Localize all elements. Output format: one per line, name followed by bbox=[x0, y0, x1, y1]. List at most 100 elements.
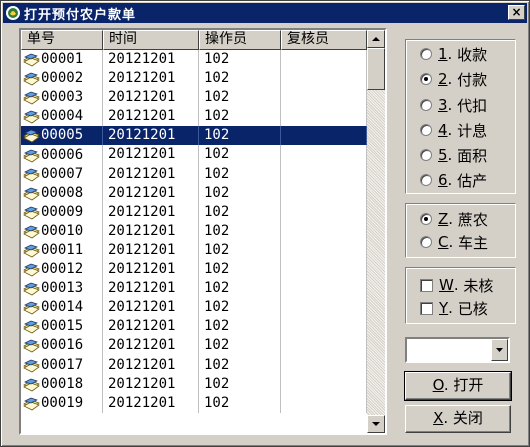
cell-time: 20121201 bbox=[103, 69, 199, 89]
type-option-1[interactable]: 1. 收款 bbox=[420, 44, 487, 64]
cell-text: 102 bbox=[204, 356, 230, 373]
review-option-unreviewed[interactable]: W. 未核 bbox=[420, 275, 493, 295]
window-close-button[interactable]: × bbox=[508, 5, 525, 20]
document-stack-icon bbox=[23, 263, 40, 277]
option-label: 付款 bbox=[457, 70, 488, 89]
list-content: 单号 时间 操作员 复核员 00001 20121201 102 00002 20121… bbox=[21, 30, 367, 433]
table-row[interactable]: 00016 20121201 102 bbox=[21, 336, 367, 356]
scroll-up-button[interactable] bbox=[367, 30, 385, 48]
column-header-time[interactable]: 时间 bbox=[103, 30, 199, 50]
app-icon bbox=[6, 6, 20, 20]
table-row[interactable]: 00008 20121201 102 bbox=[21, 183, 367, 203]
cell-number: 00013 bbox=[21, 279, 103, 299]
review-option-reviewed[interactable]: Y. 已核 bbox=[420, 298, 488, 318]
checkbox[interactable] bbox=[420, 278, 433, 292]
cell-text: 20121201 bbox=[108, 89, 176, 106]
table-row[interactable]: 00012 20121201 102 bbox=[21, 260, 367, 280]
radio-button[interactable] bbox=[420, 149, 432, 161]
open-button[interactable]: O. 打开 bbox=[404, 371, 512, 401]
filter-combo[interactable] bbox=[405, 337, 510, 363]
cell-text: 20121201 bbox=[108, 241, 176, 258]
cell-text: 20121201 bbox=[108, 51, 176, 67]
scroll-thumb[interactable] bbox=[367, 48, 385, 90]
close-button[interactable]: X. 关闭 bbox=[405, 405, 511, 433]
cell-operator: 102 bbox=[199, 88, 281, 108]
cell-operator: 102 bbox=[199, 145, 281, 165]
cell-number: 00004 bbox=[21, 107, 103, 127]
button-hotkey: X bbox=[433, 409, 444, 427]
cell-text: 102 bbox=[204, 51, 230, 67]
table-row[interactable]: 00019 20121201 102 bbox=[21, 393, 367, 413]
chevron-down-icon bbox=[496, 348, 503, 352]
table-row[interactable]: 00017 20121201 102 bbox=[21, 355, 367, 375]
cell-reviewer bbox=[281, 126, 367, 146]
radio-button[interactable] bbox=[420, 48, 432, 60]
cell-number: 00003 bbox=[21, 88, 103, 108]
cell-operator: 102 bbox=[199, 221, 281, 241]
cell-text: 102 bbox=[204, 203, 230, 220]
radio-button[interactable] bbox=[420, 99, 432, 111]
cell-time: 20121201 bbox=[103, 317, 199, 337]
radio-button[interactable] bbox=[420, 174, 432, 186]
table-row[interactable]: 00010 20121201 102 bbox=[21, 221, 367, 241]
cell-reviewer bbox=[281, 50, 367, 70]
cell-text: 00005 bbox=[41, 127, 84, 144]
cell-operator: 102 bbox=[199, 202, 281, 222]
list-scrollbar[interactable] bbox=[367, 30, 385, 433]
column-header-reviewer[interactable]: 复核员 bbox=[281, 30, 367, 50]
button-hotkey: O bbox=[432, 376, 444, 394]
payee-option-farmer[interactable]: Z. 蔗农 bbox=[420, 209, 488, 229]
cell-number: 00007 bbox=[21, 164, 103, 184]
column-header-operator[interactable]: 操作员 bbox=[199, 30, 281, 50]
radio-button[interactable] bbox=[420, 213, 432, 225]
title-bar[interactable]: 打开预付农户款单 × bbox=[3, 3, 527, 23]
cell-number: 00002 bbox=[21, 69, 103, 89]
cell-text: 20121201 bbox=[108, 108, 176, 125]
radio-button[interactable] bbox=[420, 236, 432, 248]
type-option-5[interactable]: 5. 面积 bbox=[420, 145, 487, 165]
scroll-down-button[interactable] bbox=[367, 415, 385, 433]
combo-dropdown-button[interactable] bbox=[491, 339, 508, 361]
cell-number: 00017 bbox=[21, 355, 103, 375]
cell-number: 00009 bbox=[21, 202, 103, 222]
cell-number: 00012 bbox=[21, 260, 103, 280]
type-option-6[interactable]: 6. 估产 bbox=[420, 170, 487, 190]
table-row[interactable]: 00004 20121201 102 bbox=[21, 107, 367, 127]
cell-reviewer bbox=[281, 240, 367, 261]
cell-text: 102 bbox=[204, 241, 230, 258]
table-row[interactable]: 00006 20121201 102 bbox=[21, 145, 367, 165]
cell-text: 00014 bbox=[41, 299, 84, 316]
type-option-4[interactable]: 4. 计息 bbox=[420, 120, 487, 140]
type-option-group: 1. 收款 2. 付款 3. 代扣 4. 计息 5. 面积 6. 估产 bbox=[405, 39, 516, 194]
cell-operator: 102 bbox=[199, 50, 281, 70]
table-row[interactable]: 00009 20121201 102 bbox=[21, 202, 367, 222]
cell-time: 20121201 bbox=[103, 50, 199, 70]
payee-option-vehicle-owner[interactable]: C. 车主 bbox=[420, 232, 488, 252]
radio-button[interactable] bbox=[420, 73, 432, 85]
column-header-number[interactable]: 单号 bbox=[21, 30, 103, 50]
open-prepayment-dialog: 打开预付农户款单 × 单号 时间 操作员 复核员 00001 20121201 10… bbox=[0, 0, 530, 447]
voucher-list[interactable]: 单号 时间 操作员 复核员 00001 20121201 102 00002 20121… bbox=[19, 28, 387, 435]
cell-text: 20121201 bbox=[108, 299, 176, 316]
cell-reviewer bbox=[281, 69, 367, 89]
document-stack-icon bbox=[23, 340, 40, 353]
type-option-2[interactable]: 2. 付款 bbox=[420, 69, 487, 89]
table-row[interactable]: 00007 20121201 102 bbox=[21, 164, 367, 184]
table-row[interactable]: 00018 20121201 102 bbox=[21, 374, 367, 394]
option-hotkey: 1 bbox=[438, 45, 448, 63]
radio-button[interactable] bbox=[420, 124, 432, 136]
table-row[interactable]: 00001 20121201 102 bbox=[21, 50, 367, 70]
cell-time: 20121201 bbox=[103, 355, 199, 375]
table-row[interactable]: 00003 20121201 102 bbox=[21, 88, 367, 108]
type-option-3[interactable]: 3. 代扣 bbox=[420, 95, 487, 115]
table-row[interactable]: 00011 20121201 102 bbox=[21, 240, 367, 261]
table-row[interactable]: 00015 20121201 102 bbox=[21, 317, 367, 337]
table-row[interactable]: 00002 20121201 102 bbox=[21, 69, 367, 89]
checkbox[interactable] bbox=[420, 301, 433, 315]
table-row[interactable]: 00014 20121201 102 bbox=[21, 298, 367, 318]
cell-text: 00006 bbox=[41, 146, 84, 163]
cell-text: 00016 bbox=[41, 337, 84, 354]
cell-text: 00009 bbox=[41, 203, 84, 220]
table-row[interactable]: 00005 20121201 102 bbox=[21, 126, 367, 146]
table-row[interactable]: 00013 20121201 102 bbox=[21, 279, 367, 299]
